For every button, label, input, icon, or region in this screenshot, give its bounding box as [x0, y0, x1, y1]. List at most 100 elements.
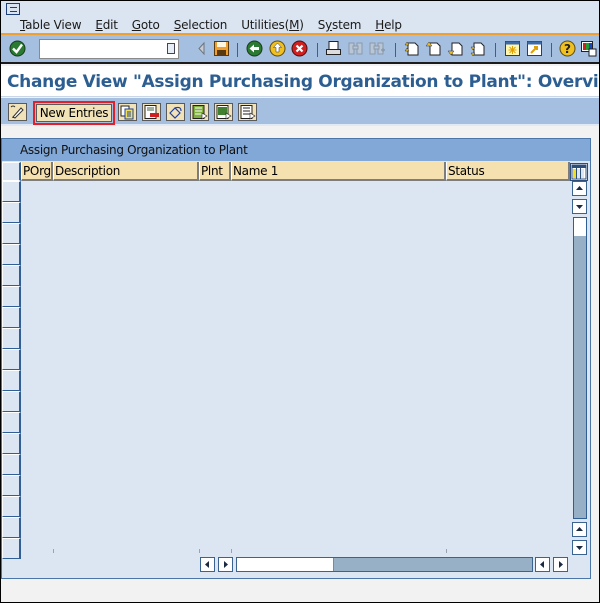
- vertical-scroll-track[interactable]: [573, 217, 587, 519]
- menu-label: dit: [102, 18, 118, 32]
- row-selector[interactable]: [2, 265, 21, 286]
- column-divider: [199, 549, 200, 553]
- column-header-porg[interactable]: POrg: [21, 162, 53, 181]
- display-change-button[interactable]: [8, 103, 27, 121]
- menu-selection[interactable]: Selection: [174, 18, 228, 32]
- row-selector[interactable]: [2, 475, 21, 496]
- create-session-icon[interactable]: [504, 40, 521, 57]
- column-header-description[interactable]: Description: [53, 162, 199, 181]
- cancel-icon[interactable]: [291, 40, 308, 57]
- arrow-left-icon: [540, 561, 544, 568]
- scroll-page-up-button[interactable]: [572, 522, 587, 537]
- table-control: Assign Purchasing Organization to Plant …: [1, 138, 591, 579]
- column-header-plnt[interactable]: Plnt: [199, 162, 231, 181]
- exit-icon[interactable]: [269, 40, 286, 57]
- menu-label: able View: [25, 18, 82, 32]
- row-selector[interactable]: [2, 202, 21, 223]
- scroll-right-end-button[interactable]: [553, 557, 568, 572]
- menu-help[interactable]: Help: [375, 18, 402, 32]
- row-selector[interactable]: [2, 517, 21, 538]
- column-divider: [231, 549, 232, 553]
- select-block-button[interactable]: [214, 103, 233, 121]
- horizontal-scroll-track[interactable]: [236, 557, 533, 572]
- column-header-status[interactable]: Status: [446, 162, 570, 181]
- display-change-icon: [10, 105, 24, 119]
- row-selector[interactable]: [2, 181, 21, 202]
- row-selector[interactable]: [2, 391, 21, 412]
- select-all-rows-button[interactable]: [2, 162, 21, 181]
- toolbar-separator: [551, 43, 552, 57]
- page-title: Change View "Assign Purchasing Organizat…: [7, 72, 599, 92]
- deselect-all-button[interactable]: [238, 103, 257, 121]
- copy-as-button[interactable]: [118, 103, 137, 121]
- row-selector[interactable]: [2, 244, 21, 265]
- title-bar: Change View "Assign Purchasing Organizat…: [1, 66, 599, 97]
- row-selector[interactable]: [2, 223, 21, 244]
- next-page-icon[interactable]: [447, 40, 464, 57]
- find-next-icon[interactable]: [369, 40, 386, 57]
- previous-page-icon[interactable]: [425, 40, 442, 57]
- row-selector[interactable]: [2, 412, 21, 433]
- back-icon[interactable]: [246, 40, 263, 57]
- help-icon[interactable]: ?: [559, 40, 576, 57]
- system-menu-icon[interactable]: [6, 3, 20, 15]
- column-divider: [446, 549, 447, 553]
- row-selector[interactable]: [2, 370, 21, 391]
- arrow-down-icon: [576, 205, 583, 209]
- arrow-up-icon: [576, 186, 583, 190]
- horizontal-scroll-thumb[interactable]: [237, 558, 334, 571]
- command-dropdown-icon[interactable]: [167, 43, 175, 54]
- table-settings-button[interactable]: [570, 163, 588, 181]
- command-field[interactable]: [39, 39, 179, 59]
- table-header: POrg Description Plnt Name 1 Status: [2, 162, 590, 181]
- table-data-area: [21, 181, 570, 553]
- first-page-icon[interactable]: [403, 40, 420, 57]
- scroll-down-button[interactable]: [572, 199, 587, 214]
- arrow-right-icon: [224, 561, 228, 568]
- scroll-up-button[interactable]: [572, 181, 587, 196]
- row-selector[interactable]: [2, 349, 21, 370]
- menu-table-view[interactable]: Table View: [20, 18, 82, 32]
- shortcut-icon[interactable]: [526, 40, 543, 57]
- menu-system[interactable]: System: [318, 18, 362, 32]
- collapse-icon[interactable]: [194, 40, 211, 57]
- application-toolbar: New Entries: [1, 98, 599, 126]
- save-icon[interactable]: [213, 40, 230, 57]
- menu-utilities[interactable]: Utilities(M): [241, 18, 304, 32]
- enter-icon[interactable]: [9, 40, 26, 57]
- row-selector[interactable]: [2, 307, 21, 328]
- undo-change-button[interactable]: [166, 103, 185, 121]
- menu-mnemonic: M: [289, 18, 300, 32]
- delete-button[interactable]: [142, 103, 161, 121]
- new-entries-button[interactable]: New Entries: [36, 104, 112, 122]
- menu-label: election: [181, 18, 228, 32]
- row-selector[interactable]: [2, 538, 21, 559]
- find-icon[interactable]: [347, 40, 364, 57]
- scroll-left-button[interactable]: [200, 557, 215, 572]
- toolbar-separator: [495, 43, 496, 57]
- column-header-name1[interactable]: Name 1: [231, 162, 446, 181]
- row-selector[interactable]: [2, 433, 21, 454]
- select-all-button[interactable]: [190, 103, 209, 121]
- scroll-page-down-button[interactable]: [572, 540, 587, 555]
- row-selector[interactable]: [2, 328, 21, 349]
- undo-change-icon: [169, 106, 182, 119]
- command-input[interactable]: [40, 40, 158, 58]
- menu-edit[interactable]: Edit: [95, 18, 118, 32]
- customize-layout-icon[interactable]: [580, 40, 597, 57]
- scroll-right-button[interactable]: [218, 557, 233, 572]
- vertical-scroll-thumb[interactable]: [574, 218, 586, 236]
- row-selector[interactable]: [2, 286, 21, 307]
- last-page-icon[interactable]: [469, 40, 486, 57]
- vertical-scrollbar[interactable]: [572, 181, 589, 556]
- scroll-left-end-button[interactable]: [535, 557, 550, 572]
- arrow-left-icon: [205, 561, 209, 568]
- menu-goto[interactable]: Goto: [132, 18, 160, 32]
- print-icon[interactable]: [325, 40, 342, 57]
- menu-bar: Table View Edit Goto Selection Utilities…: [1, 1, 599, 35]
- row-selector[interactable]: [2, 454, 21, 475]
- arrow-down-icon: [576, 546, 583, 550]
- row-selector[interactable]: [2, 496, 21, 517]
- arrow-right-icon: [559, 561, 563, 568]
- select-all-icon: [192, 105, 208, 120]
